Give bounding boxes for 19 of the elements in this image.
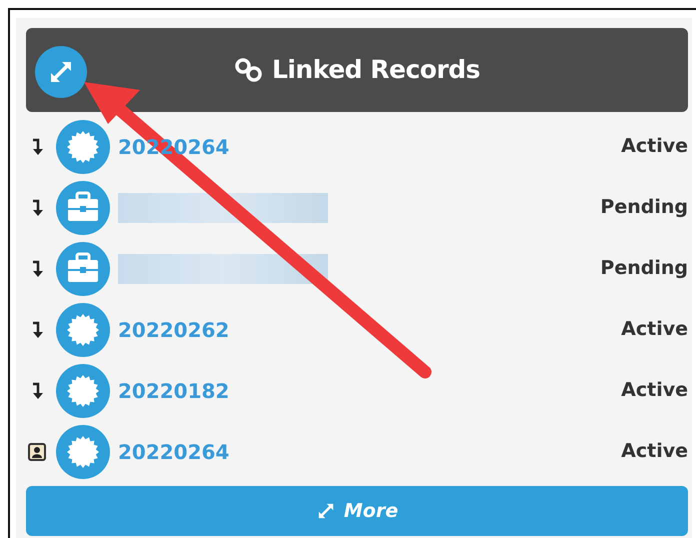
more-button[interactable]: More bbox=[26, 486, 688, 536]
record-link[interactable]: 20220264 bbox=[118, 440, 230, 464]
expand-button[interactable] bbox=[35, 46, 87, 98]
link-icon bbox=[234, 57, 264, 83]
record-status: Active bbox=[621, 378, 688, 404]
record-status: Pending bbox=[600, 256, 688, 282]
record-status: Active bbox=[621, 134, 688, 160]
record-status: Pending bbox=[600, 195, 688, 220]
seal-icon bbox=[56, 302, 110, 356]
seal-icon bbox=[56, 424, 110, 478]
seal-icon bbox=[56, 364, 110, 418]
briefcase-icon bbox=[56, 242, 110, 296]
record-link[interactable]: 20220182 bbox=[118, 378, 230, 402]
record-status: Active bbox=[621, 317, 688, 342]
seal-icon bbox=[56, 120, 110, 174]
briefcase-icon bbox=[56, 180, 110, 234]
panel-title: Linked Records bbox=[272, 54, 480, 86]
record-link[interactable]: 20220262 bbox=[118, 318, 230, 342]
record-status: Active bbox=[621, 439, 688, 464]
